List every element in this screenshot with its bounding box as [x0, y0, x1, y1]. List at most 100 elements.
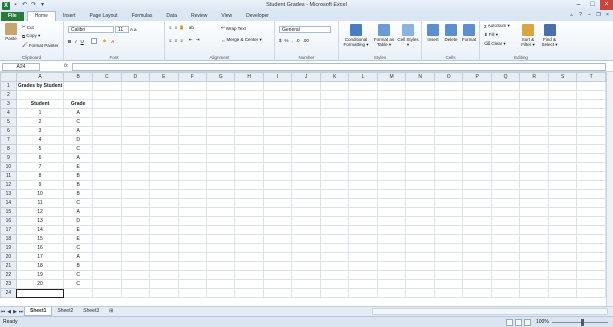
cell-h10[interactable] [234, 162, 264, 172]
cell-f9[interactable] [177, 153, 207, 163]
cell-d9[interactable] [120, 153, 151, 163]
select-all-corner[interactable] [0, 72, 17, 82]
column-header-k[interactable]: K [319, 72, 350, 82]
cell-g18[interactable] [205, 234, 236, 244]
cell-d5[interactable] [120, 117, 151, 127]
cell-t17[interactable] [576, 225, 606, 235]
row-header[interactable]: 19 [0, 243, 17, 253]
cell-s12[interactable] [547, 180, 578, 190]
cell-e14[interactable] [149, 198, 179, 208]
cell-i8[interactable] [262, 144, 293, 154]
cell-l5[interactable] [348, 117, 378, 127]
cell-p1[interactable] [462, 81, 492, 91]
cell-j9[interactable] [291, 153, 321, 163]
cell-s4[interactable] [547, 108, 578, 118]
cell-p6[interactable] [462, 126, 492, 136]
insert-function-icon[interactable]: fx [64, 63, 68, 69]
cell-o16[interactable] [433, 216, 464, 226]
cell-l4[interactable] [348, 108, 378, 118]
cell-s24[interactable] [547, 288, 578, 298]
cell-t20[interactable] [576, 252, 606, 262]
cell-a15[interactable]: 12 [15, 207, 65, 217]
cell-a17[interactable]: 14 [15, 225, 65, 235]
cell-m4[interactable] [376, 108, 407, 118]
decrease-decimal-icon[interactable]: .00 [303, 38, 309, 43]
cell-e21[interactable] [149, 261, 179, 271]
cell-i10[interactable] [262, 162, 293, 172]
cell-m6[interactable] [376, 126, 407, 136]
cell-a2[interactable] [15, 90, 65, 100]
cell-d13[interactable] [120, 189, 151, 199]
cell-b4[interactable]: A [63, 108, 94, 118]
minimize-ribbon-icon[interactable]: ▵ [568, 12, 575, 19]
cell-q12[interactable] [490, 180, 521, 190]
cell-n14[interactable] [405, 198, 435, 208]
format-painter-button[interactable]: 🖌 Format Painter [22, 42, 58, 48]
cell-f23[interactable] [177, 279, 207, 289]
row-header[interactable]: 7 [0, 135, 17, 145]
cell-i1[interactable] [262, 81, 293, 91]
cell-q18[interactable] [490, 234, 521, 244]
cell-r10[interactable] [519, 162, 549, 172]
cell-c1[interactable] [92, 81, 122, 91]
cell-p14[interactable] [462, 198, 492, 208]
cell-r15[interactable] [519, 207, 549, 217]
cell-a22[interactable]: 19 [15, 270, 65, 280]
cell-o14[interactable] [433, 198, 464, 208]
cell-r9[interactable] [519, 153, 549, 163]
cell-o15[interactable] [433, 207, 464, 217]
customize-toolbar-icon[interactable]: ▾ [39, 2, 46, 9]
cell-f4[interactable] [177, 108, 207, 118]
cell-r16[interactable] [519, 216, 549, 226]
cell-s2[interactable] [547, 90, 578, 100]
cell-k21[interactable] [319, 261, 350, 271]
zoom-level[interactable]: 100% [536, 319, 549, 325]
cell-n15[interactable] [405, 207, 435, 217]
cell-s15[interactable] [547, 207, 578, 217]
cell-q7[interactable] [490, 135, 521, 145]
currency-icon[interactable]: $ [279, 38, 282, 43]
cell-g21[interactable] [205, 261, 236, 271]
cell-a1[interactable]: Grades by Student [15, 81, 65, 91]
cell-b6[interactable]: A [63, 126, 94, 136]
cell-c13[interactable] [92, 189, 122, 199]
cell-s19[interactable] [547, 243, 578, 253]
cell-k23[interactable] [319, 279, 350, 289]
cell-n16[interactable] [405, 216, 435, 226]
cell-t12[interactable] [576, 180, 606, 190]
cell-p9[interactable] [462, 153, 492, 163]
cell-s16[interactable] [547, 216, 578, 226]
cell-g24[interactable] [205, 288, 236, 298]
cell-l16[interactable] [348, 216, 378, 226]
cell-q6[interactable] [490, 126, 521, 136]
cell-j4[interactable] [291, 108, 321, 118]
cell-c16[interactable] [92, 216, 122, 226]
cell-n8[interactable] [405, 144, 435, 154]
cell-f2[interactable] [177, 90, 207, 100]
orientation-icon[interactable]: ab [189, 25, 194, 30]
cell-d16[interactable] [120, 216, 151, 226]
cell-k16[interactable] [319, 216, 350, 226]
cell-h6[interactable] [234, 126, 264, 136]
cell-j20[interactable] [291, 252, 321, 262]
italic-button[interactable]: I [75, 39, 76, 44]
cell-s9[interactable] [547, 153, 578, 163]
cell-p7[interactable] [462, 135, 492, 145]
cell-p8[interactable] [462, 144, 492, 154]
cell-g19[interactable] [205, 243, 236, 253]
cell-t18[interactable] [576, 234, 606, 244]
cell-c19[interactable] [92, 243, 122, 253]
cell-r1[interactable] [519, 81, 549, 91]
cell-e3[interactable] [149, 99, 179, 109]
cell-a14[interactable]: 11 [15, 198, 65, 208]
cell-d23[interactable] [120, 279, 151, 289]
cell-k22[interactable] [319, 270, 350, 280]
cell-s3[interactable] [547, 99, 578, 109]
cell-g15[interactable] [205, 207, 236, 217]
cell-k6[interactable] [319, 126, 350, 136]
cell-c9[interactable] [92, 153, 122, 163]
cell-a19[interactable]: 16 [15, 243, 65, 253]
cell-e18[interactable] [149, 234, 179, 244]
cell-a24[interactable] [15, 288, 65, 298]
cell-n20[interactable] [405, 252, 435, 262]
